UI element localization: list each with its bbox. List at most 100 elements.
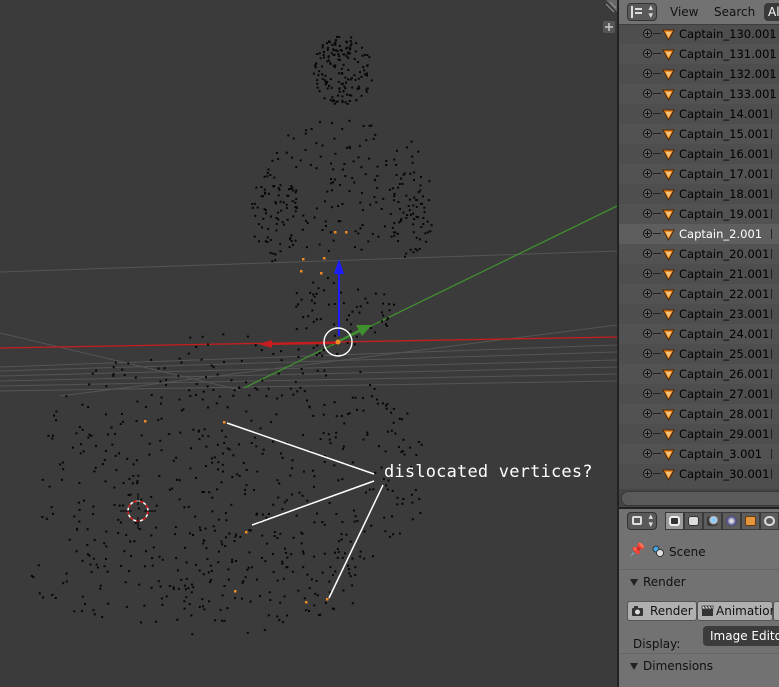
expand-toggle-icon[interactable] xyxy=(643,149,652,158)
outliner-item-name[interactable]: Captain_28.001 xyxy=(679,407,769,421)
outliner-item-name[interactable]: Captain_131.001 xyxy=(679,47,777,61)
mesh-object-icon[interactable] xyxy=(662,288,675,301)
object-tab[interactable] xyxy=(741,512,760,530)
mesh-object-icon[interactable] xyxy=(662,268,675,281)
outliner-item-name[interactable]: Captain_29.001 xyxy=(679,427,769,441)
expand-toggle-icon[interactable] xyxy=(643,89,652,98)
mesh-object-icon[interactable] xyxy=(662,28,675,41)
outliner-item-name[interactable]: Captain_24.001 xyxy=(679,327,769,341)
outliner-item[interactable]: Captain_14.001 xyxy=(619,104,779,124)
mesh-object-icon[interactable] xyxy=(662,128,675,141)
expand-toggle-icon[interactable] xyxy=(643,109,652,118)
mesh-object-icon[interactable] xyxy=(662,228,675,241)
outliner-editor-type-button[interactable]: ▴ ▾ xyxy=(627,3,657,21)
outliner-item-name[interactable]: Captain_19.001 xyxy=(679,207,769,221)
outliner-item[interactable]: Captain_15.001 xyxy=(619,124,779,144)
expand-toggle-icon[interactable] xyxy=(643,169,652,178)
outliner-item[interactable]: Captain_23.001 xyxy=(619,304,779,324)
expand-toggle-icon[interactable] xyxy=(643,249,652,258)
outliner-item[interactable]: Captain_18.001 xyxy=(619,184,779,204)
outliner-item[interactable]: Captain_26.001 xyxy=(619,364,779,384)
outliner-item-name[interactable]: Captain_130.001 xyxy=(679,27,777,41)
outliner-item[interactable]: Captain_21.001 xyxy=(619,264,779,284)
outliner-item[interactable]: Captain_133.001 xyxy=(619,84,779,104)
mesh-object-icon[interactable] xyxy=(662,168,675,181)
pin-icon[interactable]: 📌 xyxy=(629,543,645,558)
mesh-object-icon[interactable] xyxy=(662,368,675,381)
expand-toggle-icon[interactable] xyxy=(643,429,652,438)
outliner-item[interactable]: Captain_132.001 xyxy=(619,64,779,84)
mesh-object-icon[interactable] xyxy=(662,448,675,461)
outliner-item[interactable]: Captain_2.001 xyxy=(619,224,779,244)
outliner-item[interactable]: Captain_131.001 xyxy=(619,44,779,64)
outliner-item-name[interactable]: Captain_133.001 xyxy=(679,87,777,101)
expand-toggle-icon[interactable] xyxy=(643,269,652,278)
outliner-menu-search[interactable]: Search xyxy=(714,5,755,19)
3d-viewport[interactable]: dislocated vertices? xyxy=(0,0,617,687)
mesh-object-icon[interactable] xyxy=(662,48,675,61)
expand-toggle-icon[interactable] xyxy=(643,409,652,418)
outliner-item[interactable]: Captain_27.001 xyxy=(619,384,779,404)
outliner-horizontal-scrollbar[interactable] xyxy=(619,489,779,507)
expand-toggle-icon[interactable] xyxy=(643,349,652,358)
mesh-object-icon[interactable] xyxy=(662,408,675,421)
scrollbar-thumb[interactable] xyxy=(621,491,779,506)
outliner-item-name[interactable]: Captain_23.001 xyxy=(679,307,769,321)
outliner-item-name[interactable]: Captain_15.001 xyxy=(679,127,769,141)
mesh-object-icon[interactable] xyxy=(662,108,675,121)
outliner-item-name[interactable]: Captain_132.001 xyxy=(679,67,777,81)
render-button[interactable]: Render xyxy=(627,601,697,621)
outliner-item-name[interactable]: Captain_20.001 xyxy=(679,247,769,261)
expand-toggle-icon[interactable] xyxy=(643,209,652,218)
scene-tab[interactable] xyxy=(703,512,722,530)
animation-button[interactable]: Animation xyxy=(697,601,777,621)
outliner-item[interactable]: Captain_19.001 xyxy=(619,204,779,224)
outliner-item[interactable]: Captain_24.001 xyxy=(619,324,779,344)
mesh-object-icon[interactable] xyxy=(662,148,675,161)
outliner-item[interactable]: Captain_3.001 xyxy=(619,444,779,464)
mesh-object-icon[interactable] xyxy=(662,388,675,401)
audio-button[interactable] xyxy=(773,601,779,621)
mesh-object-icon[interactable] xyxy=(662,248,675,261)
expand-toggle-icon[interactable] xyxy=(643,29,652,38)
outliner-display-filter[interactable]: Al xyxy=(764,3,779,21)
expand-toggle-icon[interactable] xyxy=(643,329,652,338)
outliner-item-name[interactable]: Captain_16.001 xyxy=(679,147,769,161)
outliner-item-name[interactable]: Captain_18.001 xyxy=(679,187,769,201)
mesh-object-icon[interactable] xyxy=(662,88,675,101)
viewport-canvas[interactable] xyxy=(0,0,617,687)
world-tab[interactable] xyxy=(722,512,741,530)
expand-toggle-icon[interactable] xyxy=(643,129,652,138)
expand-toggle-icon[interactable] xyxy=(643,389,652,398)
display-dropdown[interactable]: Image Editor xyxy=(703,626,779,646)
outliner-item-name[interactable]: Captain_27.001 xyxy=(679,387,769,401)
outliner-item[interactable]: Captain_29.001 xyxy=(619,424,779,444)
outliner-item-name[interactable]: Captain_22.001 xyxy=(679,287,769,301)
mesh-object-icon[interactable] xyxy=(662,308,675,321)
expand-toggle-icon[interactable] xyxy=(643,369,652,378)
outliner-item[interactable]: Captain_22.001 xyxy=(619,284,779,304)
outliner-item[interactable]: Captain_25.001 xyxy=(619,344,779,364)
mesh-object-icon[interactable] xyxy=(662,468,675,481)
mesh-object-icon[interactable] xyxy=(662,348,675,361)
outliner-menu-view[interactable]: View xyxy=(670,5,698,19)
mesh-object-icon[interactable] xyxy=(662,68,675,81)
outliner-item[interactable]: Captain_17.001 xyxy=(619,164,779,184)
expand-toggle-icon[interactable] xyxy=(643,69,652,78)
outliner-item[interactable]: Captain_130.001 xyxy=(619,24,779,44)
outliner-item-name[interactable]: Captain_17.001 xyxy=(679,167,769,181)
render-panel-header[interactable]: Render xyxy=(619,571,779,593)
mesh-object-icon[interactable] xyxy=(662,428,675,441)
expand-toggle-icon[interactable] xyxy=(643,49,652,58)
expand-toggle-icon[interactable] xyxy=(643,289,652,298)
expand-toggle-icon[interactable] xyxy=(643,229,652,238)
outliner-item-name[interactable]: Captain_25.001 xyxy=(679,347,769,361)
dimensions-panel-header[interactable]: Dimensions xyxy=(619,655,779,677)
mesh-object-icon[interactable] xyxy=(662,188,675,201)
expand-toggle-icon[interactable] xyxy=(643,449,652,458)
outliner-item[interactable]: Captain_30.001 xyxy=(619,464,779,484)
outliner-item[interactable]: Captain_28.001 xyxy=(619,404,779,424)
expand-toggle-icon[interactable] xyxy=(643,309,652,318)
outliner-item-name[interactable]: Captain_21.001 xyxy=(679,267,769,281)
render-tab[interactable] xyxy=(665,512,684,530)
